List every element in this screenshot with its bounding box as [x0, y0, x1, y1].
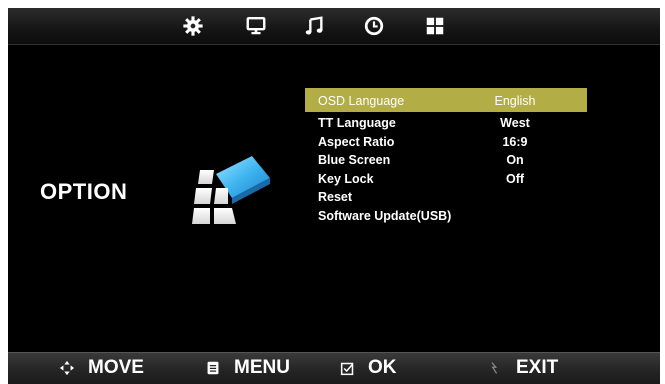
exit-label: EXIT [516, 357, 559, 378]
clock-icon[interactable] [361, 13, 387, 39]
grid-icon[interactable] [422, 13, 448, 39]
music-note-icon[interactable] [301, 13, 327, 39]
menu-item-value: On [506, 153, 524, 167]
move-arrows-icon [58, 359, 76, 377]
menu-item-label: OSD Language [318, 94, 405, 108]
menu-item-blue-screen[interactable]: Blue Screen On [305, 151, 587, 170]
option-blocks-icon [186, 148, 276, 228]
menu-item-tt-language[interactable]: TT Language West [305, 114, 587, 133]
move-label: MOVE [88, 357, 144, 378]
move-hint: MOVE [58, 357, 144, 379]
monitor-icon[interactable] [243, 13, 269, 39]
menu-hint: MENU [204, 357, 290, 379]
footer-hint-bar: MOVE MENU OK EXIT [8, 352, 660, 384]
menu-item-value: English [494, 94, 536, 108]
ok-hint: OK [338, 357, 397, 379]
menu-label: MENU [234, 357, 290, 378]
tv-osd-screen: OPTION OSD Language English TT Language … [8, 8, 660, 384]
checkbox-icon [338, 359, 356, 377]
menu-item-value: Off [505, 171, 525, 186]
option-menu-list: OSD Language English TT Language West As… [305, 88, 587, 225]
menu-item-label: Software Update(USB) [318, 208, 452, 223]
exit-arrow-icon [486, 359, 504, 377]
exit-hint: EXIT [486, 357, 558, 379]
section-title: OPTION [40, 179, 128, 204]
menu-item-value: 16:9 [502, 134, 528, 149]
ok-label: OK [368, 357, 397, 378]
menu-item-software-update[interactable]: Software Update(USB) [305, 207, 587, 226]
menu-item-value: West [500, 116, 530, 130]
menu-item-label: TT Language [318, 116, 396, 130]
gear-icon[interactable] [180, 13, 206, 39]
menu-list-icon [204, 359, 222, 377]
menu-item-label: Blue Screen [318, 153, 391, 167]
menu-item-label: Aspect Ratio [318, 134, 395, 149]
menu-item-key-lock[interactable]: Key Lock Off [305, 170, 587, 189]
top-tab-bar [8, 8, 660, 45]
menu-item-osd-language[interactable]: OSD Language English [305, 88, 587, 112]
menu-item-label: Key Lock [318, 171, 374, 186]
menu-item-reset[interactable]: Reset [305, 188, 587, 207]
menu-item-label: Reset [318, 190, 353, 204]
menu-item-aspect-ratio[interactable]: Aspect Ratio 16:9 [305, 133, 587, 152]
